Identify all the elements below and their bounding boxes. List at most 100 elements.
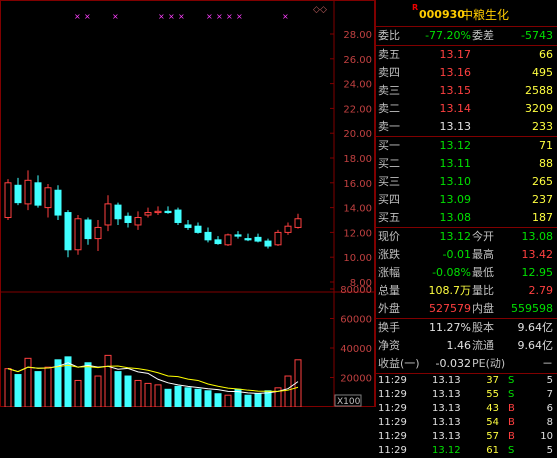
tick-row[interactable]: 11:29 13.13 37 S 5	[376, 374, 557, 388]
volume-bar[interactable]	[154, 384, 162, 408]
sell-price: 13.15	[439, 84, 472, 97]
buy-row[interactable]: 买四 13.09 237	[376, 191, 557, 209]
sell-price: 13.16	[439, 66, 472, 79]
candle-body[interactable]	[294, 218, 302, 228]
volume-bar[interactable]	[4, 368, 12, 408]
volume-bar[interactable]	[124, 375, 132, 408]
candle-body[interactable]	[24, 179, 32, 205]
candle-body[interactable]	[4, 182, 12, 219]
volume-bar[interactable]	[104, 354, 112, 408]
buy-row[interactable]: 买五 13.08 187	[376, 209, 557, 227]
tick-list[interactable]: 11:29 13.13 37 S 5 11:29 13.13 55 S 7 11:29 13.13 43…	[376, 374, 557, 458]
volume-bar[interactable]	[284, 375, 292, 408]
volume-bar[interactable]	[184, 387, 192, 408]
tick-row[interactable]: 11:29 13.13 57 B 10	[376, 430, 557, 444]
candle-body[interactable]	[124, 215, 132, 223]
candle-body[interactable]	[214, 239, 222, 245]
volume-bar[interactable]	[94, 375, 102, 408]
fund-label: 换手	[378, 321, 400, 334]
sell-label: 卖四	[378, 66, 400, 79]
buy-label: 买五	[378, 211, 400, 224]
sell-label: 卖三	[378, 84, 400, 97]
candle-body[interactable]	[104, 203, 112, 226]
price-tick-label: 14.00	[343, 204, 372, 215]
kline-svg[interactable]: × × × × × × × × × × ×◇ ◇28.0026.0024.0022.0020.0018…	[0, 0, 375, 408]
candle-body[interactable]	[234, 234, 242, 237]
kline-chart[interactable]: × × × × × × × × × × × ◇ ◇ 28.00 26.00 24.00 22.00 20.00 18…	[0, 0, 375, 408]
volume-bar[interactable]	[24, 357, 32, 408]
stat-value: -0.01	[442, 248, 471, 261]
stats-row: 总量 108.7万 量比 2.79	[376, 282, 557, 300]
candle-body[interactable]	[134, 217, 142, 226]
candle-body[interactable]	[64, 212, 72, 251]
sell-row[interactable]: 卖五 13.17 66	[376, 46, 557, 64]
candle-body[interactable]	[224, 234, 232, 246]
stat-label: 涨跌	[378, 248, 400, 261]
volume-bar[interactable]	[44, 366, 52, 408]
candle-body[interactable]	[274, 231, 282, 246]
fund-value: 11.27%	[429, 321, 471, 334]
buy-row[interactable]: 买二 13.11 88	[376, 155, 557, 173]
fund-value: -0.032	[435, 357, 471, 370]
price-tick-label: 10.00	[343, 253, 372, 264]
sell-row[interactable]: 卖一 13.13 233	[376, 118, 557, 136]
price-tick-label: 18.00	[343, 154, 372, 165]
tick-row[interactable]: 11:29 13.12 61 S 5	[376, 444, 557, 458]
candle-body[interactable]	[14, 184, 22, 204]
tick-row[interactable]: 11:29 13.13 55 S 7	[376, 388, 557, 402]
volume-bar[interactable]	[244, 394, 252, 408]
candle-body[interactable]	[144, 212, 152, 216]
volume-bar[interactable]	[214, 393, 222, 408]
tick-bs: B	[508, 417, 515, 428]
candle-body[interactable]	[44, 187, 52, 209]
stat-label: 外盘	[378, 302, 400, 315]
volume-bar[interactable]	[174, 385, 182, 408]
candle-body[interactable]	[244, 238, 252, 241]
buy-orderbook: 买一 13.12 71 买二 13.11 88 买三 13.10 265 买四 13.09 237 买五…	[376, 137, 557, 228]
volume-bar[interactable]	[84, 362, 92, 408]
sell-volume: 66	[539, 48, 553, 61]
buy-row[interactable]: 买三 13.10 265	[376, 173, 557, 191]
candle-body[interactable]	[54, 189, 62, 216]
volume-bar[interactable]	[194, 388, 202, 408]
volume-bar[interactable]	[144, 382, 152, 408]
quote-panel: R 000930 中粮生化 委比 -77.20% 委差 -5743 卖五 13.1…	[375, 0, 557, 456]
tick-row[interactable]: 11:29 13.13 54 B 8	[376, 416, 557, 430]
signal-marker: ×	[74, 12, 81, 21]
tick-row[interactable]: 11:29 13.13 43 B 6	[376, 402, 557, 416]
volume-bar[interactable]	[254, 393, 262, 408]
volume-bar[interactable]	[64, 356, 72, 408]
sell-row[interactable]: 卖二 13.14 3209	[376, 100, 557, 118]
fund-label: 股本	[472, 321, 494, 334]
candle-body[interactable]	[34, 182, 42, 206]
candle-body[interactable]	[154, 210, 162, 214]
candle-body[interactable]	[284, 225, 292, 233]
candle-body[interactable]	[74, 218, 82, 251]
volume-bar[interactable]	[114, 371, 122, 408]
fund-value: －	[542, 357, 553, 370]
volume-bar[interactable]	[204, 390, 212, 408]
candle-body[interactable]	[194, 225, 202, 233]
candle-body[interactable]	[264, 240, 272, 247]
tick-price: 13.13	[432, 375, 461, 386]
candle-body[interactable]	[204, 231, 212, 241]
sell-row[interactable]: 卖四 13.16 495	[376, 64, 557, 82]
buy-row[interactable]: 买一 13.12 71	[376, 137, 557, 155]
candle-body[interactable]	[184, 224, 192, 228]
volume-bar[interactable]	[14, 374, 22, 408]
tick-price: 13.12	[432, 445, 461, 456]
candle-body[interactable]	[164, 210, 172, 214]
volume-bar[interactable]	[164, 388, 172, 408]
volume-bar[interactable]	[74, 379, 82, 408]
sell-row[interactable]: 卖三 13.15 2588	[376, 82, 557, 100]
volume-bar[interactable]	[134, 379, 142, 408]
candle-body[interactable]	[254, 236, 262, 242]
tick-bs: B	[508, 431, 515, 442]
signal-marker: ×	[282, 12, 289, 21]
candle-body[interactable]	[94, 226, 102, 240]
volume-bar[interactable]	[34, 371, 42, 408]
candle-body[interactable]	[114, 204, 122, 220]
candle-body[interactable]	[84, 219, 92, 240]
volume-bar[interactable]	[224, 394, 232, 408]
candle-body[interactable]	[174, 209, 182, 223]
